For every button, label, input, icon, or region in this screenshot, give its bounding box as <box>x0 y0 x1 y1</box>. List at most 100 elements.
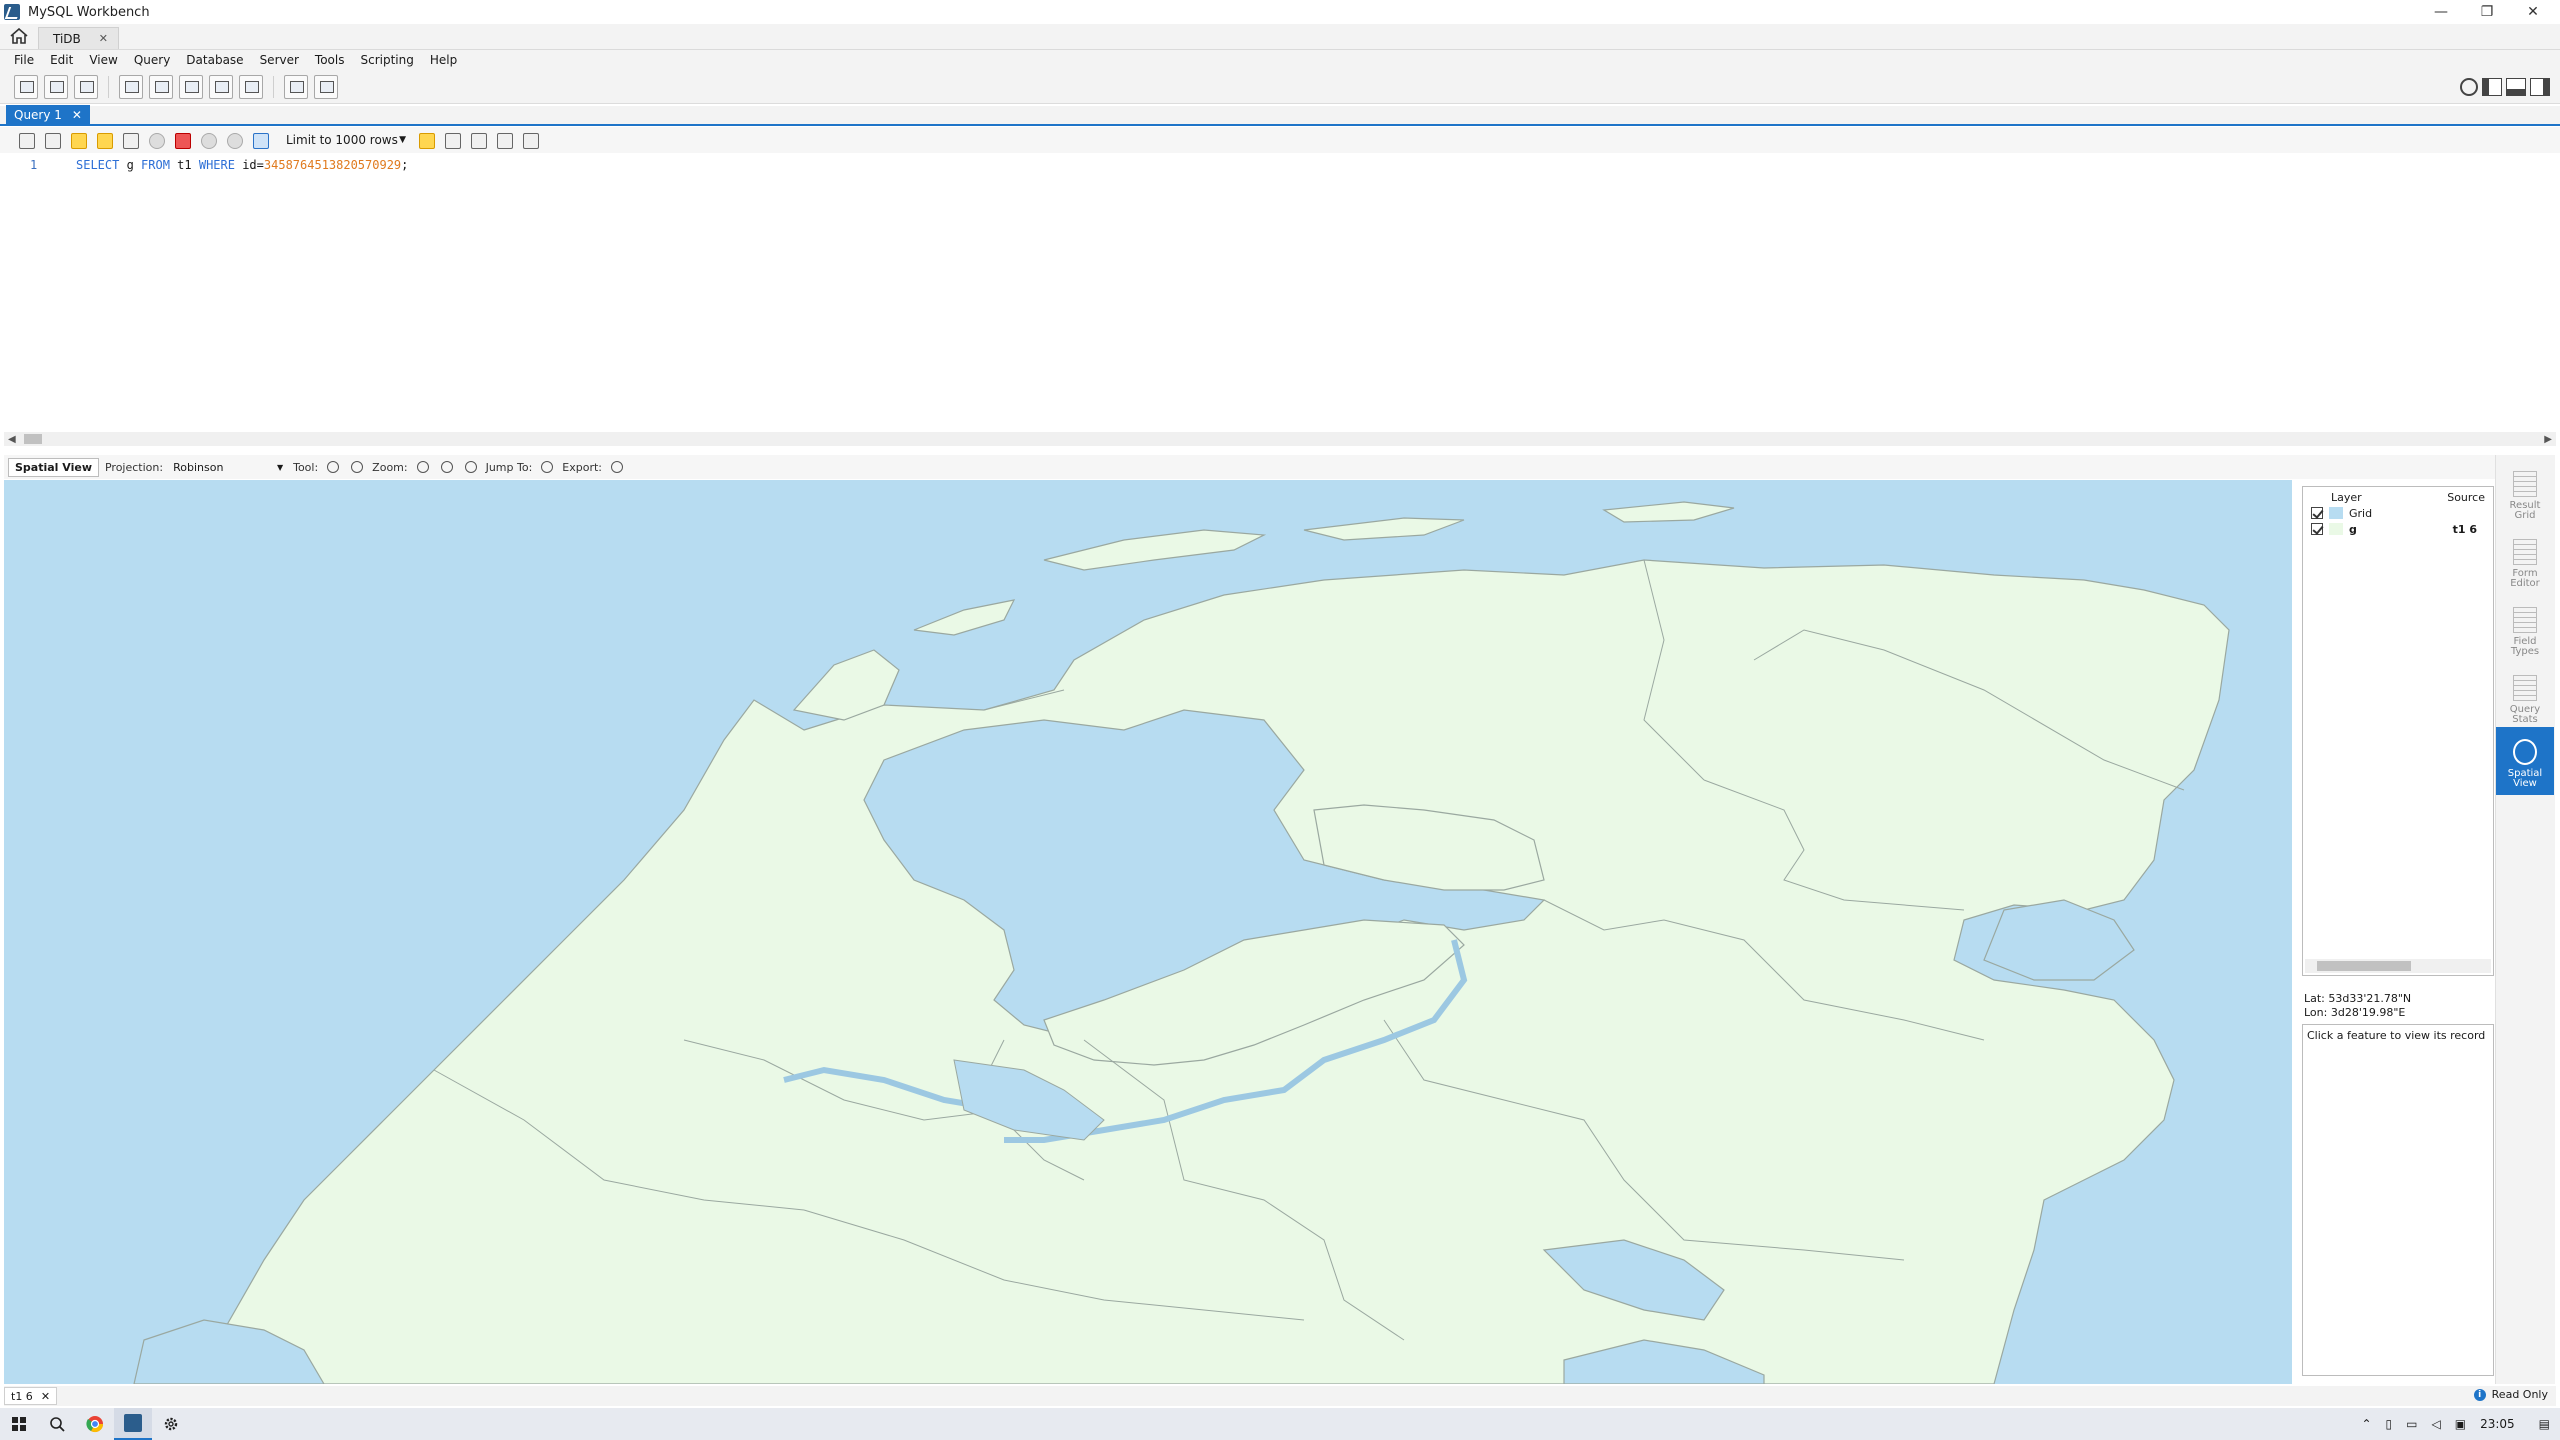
menu-scripting[interactable]: Scripting <box>352 53 421 67</box>
zoom-fit-icon[interactable] <box>462 458 480 476</box>
side-tab-form-editor[interactable]: Form Editor <box>2496 527 2554 595</box>
close-result-tab-icon[interactable]: ✕ <box>41 1390 50 1403</box>
side-tab-spatial-view[interactable]: Spatial View <box>2496 727 2554 795</box>
toggle-secondary-sidebar-icon[interactable] <box>2530 78 2550 96</box>
show-hidden-icons-icon[interactable]: ⌃ <box>2361 1417 2371 1431</box>
source-header: Source <box>2447 491 2485 504</box>
query-tab[interactable]: Query 1 ✕ <box>6 105 90 124</box>
close-query-tab-icon[interactable]: ✕ <box>72 108 82 122</box>
map-svg[interactable] <box>4 480 2292 1384</box>
open-sql-script-icon[interactable] <box>44 74 68 99</box>
sql-keyword: WHERE <box>198 158 235 172</box>
connection-tab-label: TiDB <box>53 31 81 46</box>
create-table-icon[interactable] <box>149 74 173 99</box>
language-icon[interactable]: ▣ <box>2455 1417 2466 1431</box>
connection-tab-tidb[interactable]: TiDB ✕ <box>38 27 119 49</box>
close-tab-icon[interactable]: ✕ <box>99 32 108 45</box>
open-file-icon[interactable] <box>16 130 36 150</box>
limit-rows-select[interactable]: Limit to 1000 rows ▼ <box>282 130 410 150</box>
toggle-sidebar-icon[interactable] <box>2482 78 2502 96</box>
commit-icon[interactable] <box>198 130 218 150</box>
wrap-lines-icon[interactable] <box>520 130 540 150</box>
projection-label: Projection: <box>104 460 164 474</box>
side-tab-field-types[interactable]: Field Types <box>2496 595 2554 663</box>
autocommit-icon[interactable] <box>250 130 270 150</box>
volume-icon[interactable]: ◁ <box>2431 1417 2440 1431</box>
zoom-area-tool-icon[interactable] <box>348 458 366 476</box>
zoom-in-icon[interactable] <box>438 458 456 476</box>
menu-tools[interactable]: Tools <box>307 53 353 67</box>
menu-edit[interactable]: Edit <box>42 53 81 67</box>
main-toolbar <box>0 70 2560 104</box>
create-procedure-icon[interactable] <box>209 74 233 99</box>
create-schema-icon[interactable] <box>119 74 143 99</box>
editor-horizontal-scrollbar[interactable]: ◀ ▶ <box>4 432 2556 446</box>
invisible-chars-icon[interactable] <box>494 130 514 150</box>
side-tab-label: Stats <box>2512 714 2538 725</box>
scrollbar-thumb[interactable] <box>2317 961 2411 971</box>
reconnect-icon[interactable] <box>314 74 338 99</box>
clock[interactable]: 23:05 <box>2480 1417 2515 1431</box>
side-tab-query-stats[interactable]: Query Stats <box>2496 663 2554 731</box>
jump-to-icon[interactable] <box>538 458 556 476</box>
side-tab-result-grid[interactable]: Result Grid <box>2496 459 2554 527</box>
menu-help[interactable]: Help <box>422 53 465 67</box>
save-file-icon[interactable] <box>42 130 62 150</box>
menu-query[interactable]: Query <box>126 53 178 67</box>
start-button[interactable] <box>0 1408 38 1440</box>
explain-icon[interactable] <box>120 130 140 150</box>
execute-all-icon[interactable] <box>68 130 88 150</box>
restore-button[interactable]: ❐ <box>2464 0 2510 24</box>
chevron-down-icon: ▼ <box>399 135 406 145</box>
record-hint: Click a feature to view its record <box>2307 1029 2486 1042</box>
menu-server[interactable]: Server <box>252 53 307 67</box>
add-snippet-icon[interactable] <box>416 130 436 150</box>
layer-color-swatch <box>2329 523 2343 535</box>
beautify-icon[interactable] <box>442 130 462 150</box>
layer-visibility-checkbox[interactable] <box>2311 523 2323 535</box>
execute-current-icon[interactable] <box>94 130 114 150</box>
jump-to-label: Jump To: <box>485 460 533 474</box>
close-window-button[interactable]: ✕ <box>2510 0 2556 24</box>
menu-file[interactable]: File <box>6 53 42 67</box>
sql-editor[interactable]: 1 SELECT g FROM t1 WHERE id=345876451382… <box>4 154 2556 430</box>
toggle-output-icon[interactable] <box>2506 78 2526 96</box>
scroll-left-icon[interactable]: ◀ <box>4 434 16 445</box>
network-icon[interactable]: ▭ <box>2406 1417 2417 1431</box>
menu-database[interactable]: Database <box>178 53 251 67</box>
spatial-view-tab[interactable]: Spatial View <box>8 457 99 477</box>
export-image-icon[interactable] <box>608 458 626 476</box>
stop-on-error-icon[interactable] <box>172 130 192 150</box>
layer-panel-scrollbar[interactable] <box>2305 959 2491 973</box>
stop-icon[interactable] <box>146 130 166 150</box>
scroll-right-icon[interactable]: ▶ <box>2544 434 2556 445</box>
home-button[interactable] <box>0 23 38 49</box>
layer-row-g[interactable]: g t1 6 <box>2303 521 2493 537</box>
spatial-map-canvas[interactable] <box>4 480 2292 1384</box>
preferences-gear-icon[interactable] <box>2460 78 2478 96</box>
notifications-icon[interactable]: ▤ <box>2539 1417 2550 1431</box>
taskbar-mysql-workbench[interactable] <box>114 1408 152 1440</box>
create-function-icon[interactable] <box>239 74 263 99</box>
sql-code-line[interactable]: SELECT g FROM t1 WHERE id=34587645138205… <box>76 158 408 172</box>
projection-select[interactable]: Robinson ▼ <box>169 458 287 476</box>
open-inspector-icon[interactable] <box>74 74 98 99</box>
new-sql-tab-icon[interactable] <box>14 74 38 99</box>
layer-row-grid[interactable]: Grid <box>2303 505 2493 521</box>
menu-view[interactable]: View <box>81 53 125 67</box>
scrollbar-thumb[interactable] <box>24 434 42 444</box>
layer-visibility-checkbox[interactable] <box>2311 507 2323 519</box>
create-view-icon[interactable] <box>179 74 203 99</box>
result-tab[interactable]: t1 6 ✕ <box>4 1387 58 1405</box>
taskbar-settings[interactable] <box>152 1408 190 1440</box>
sql-column: g <box>119 158 142 172</box>
minimize-button[interactable]: — <box>2418 0 2464 24</box>
find-replace-icon[interactable] <box>468 130 488 150</box>
rollback-icon[interactable] <box>224 130 244 150</box>
pointer-tool-icon[interactable] <box>324 458 342 476</box>
battery-icon[interactable]: ▯ <box>2386 1417 2393 1431</box>
taskbar-browser[interactable] <box>76 1408 114 1440</box>
search-table-data-icon[interactable] <box>284 74 308 99</box>
zoom-out-icon[interactable] <box>414 458 432 476</box>
taskbar-search-button[interactable] <box>38 1408 76 1440</box>
